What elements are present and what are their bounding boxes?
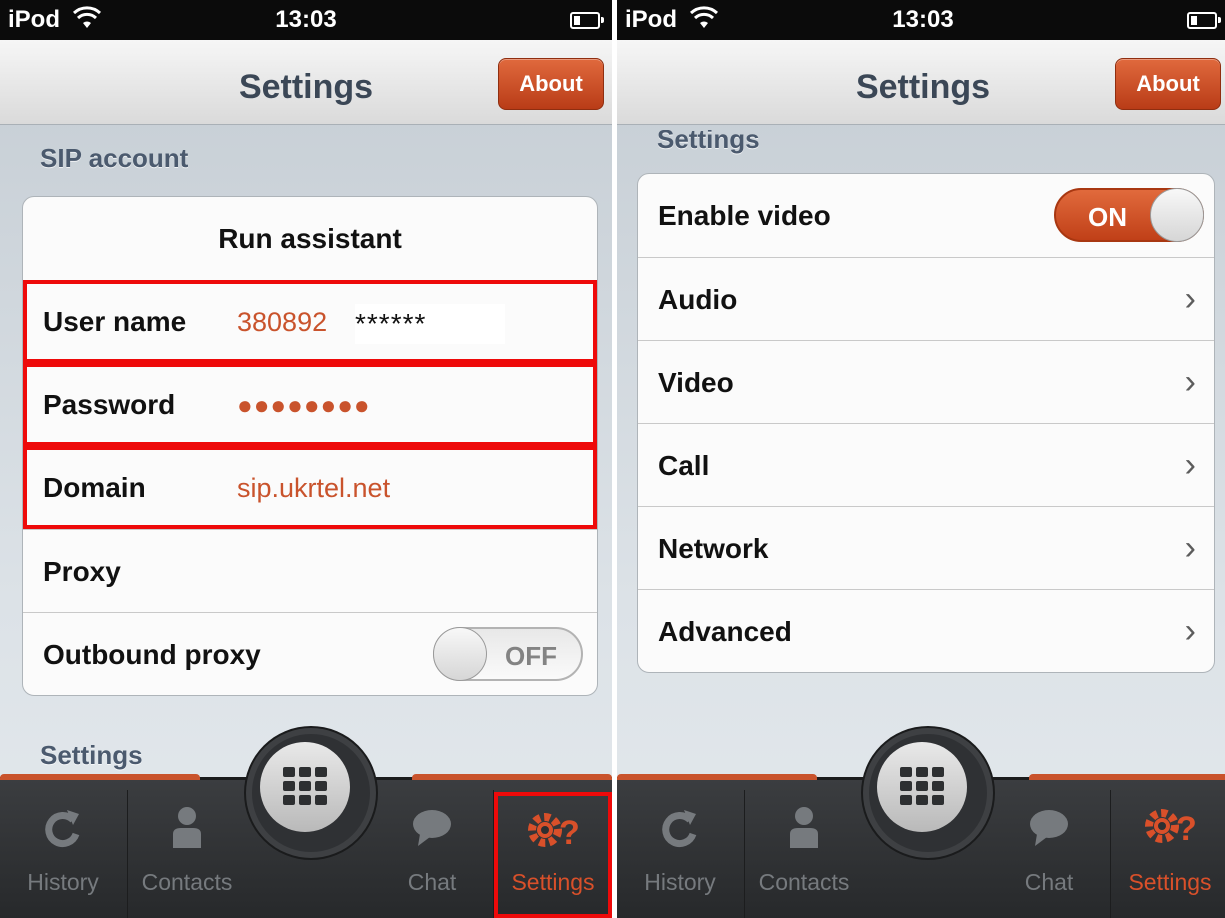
tab-settings[interactable]: ? Settings: [1111, 780, 1225, 918]
settings-icon: ?: [1111, 804, 1225, 854]
history-icon: [0, 806, 126, 856]
tab-history[interactable]: History: [617, 780, 743, 918]
enable-video-toggle[interactable]: ON: [1054, 188, 1204, 242]
tab-chat[interactable]: Chat: [989, 780, 1109, 918]
dialpad-icon: [260, 742, 350, 832]
svg-text:?: ?: [559, 814, 580, 852]
video-row[interactable]: Video ›: [638, 340, 1214, 423]
user-name-mask: ******: [355, 304, 505, 344]
dialpad-button[interactable]: [246, 728, 376, 858]
status-time: 13:03: [892, 6, 954, 33]
left-screen: iPod 13:03 Settings About SIP account Ru…: [0, 0, 612, 918]
advanced-row[interactable]: Advanced ›: [638, 589, 1214, 672]
user-name-value[interactable]: 380892: [237, 307, 327, 338]
run-assistant-label: Run assistant: [218, 223, 402, 254]
user-name-label: User name: [43, 306, 187, 337]
svg-text:?: ?: [1176, 810, 1197, 848]
status-time: 13:03: [275, 6, 337, 33]
domain-row[interactable]: Domain sip.ukrtel.net: [23, 446, 597, 529]
toggle-state-label: OFF: [505, 641, 557, 671]
run-assistant-row[interactable]: Run assistant: [23, 197, 597, 280]
tab-settings-label: Settings: [1128, 869, 1212, 895]
chat-icon: [372, 806, 492, 856]
toggle-state-label: ON: [1088, 202, 1127, 232]
section-title-sip-account: SIP account: [40, 143, 189, 173]
contacts-icon: [128, 806, 246, 856]
enable-video-label: Enable video: [658, 200, 831, 231]
audio-label: Audio: [658, 284, 738, 315]
tab-contacts-label: Contacts: [141, 869, 233, 895]
sip-account-group: Run assistant User name 380892 ****** Pa…: [22, 196, 598, 696]
password-value[interactable]: ●●●●●●●●: [237, 390, 371, 421]
about-button[interactable]: About: [1115, 58, 1221, 110]
settings-group: Enable video ON Audio › Video › Call › N…: [637, 173, 1215, 673]
navigation-bar: Settings About: [0, 40, 612, 125]
tab-history-label: History: [644, 869, 716, 895]
tab-contacts[interactable]: Contacts: [128, 780, 246, 918]
network-label: Network: [658, 533, 769, 564]
toggle-knob: [433, 627, 487, 681]
section-title-settings: Settings: [40, 740, 143, 770]
battery-icon: [570, 12, 604, 29]
audio-row[interactable]: Audio ›: [638, 257, 1214, 340]
tab-settings[interactable]: ? Settings: [494, 792, 612, 918]
enable-video-row: Enable video ON: [638, 174, 1214, 257]
tab-chat[interactable]: Chat: [372, 780, 492, 918]
advanced-label: Advanced: [658, 616, 792, 647]
network-row[interactable]: Network ›: [638, 506, 1214, 589]
navigation-bar: Settings About: [617, 40, 1225, 125]
password-row[interactable]: Password ●●●●●●●●: [23, 363, 597, 446]
chevron-right-icon: ›: [1184, 363, 1196, 401]
chevron-right-icon: ›: [1184, 280, 1196, 318]
outbound-proxy-toggle[interactable]: OFF: [433, 627, 583, 681]
call-row[interactable]: Call ›: [638, 423, 1214, 506]
call-label: Call: [658, 450, 710, 481]
right-screen: iPod 13:03 Settings About Settings Enabl…: [617, 0, 1225, 918]
contacts-icon: [745, 806, 863, 856]
domain-value[interactable]: sip.ukrtel.net: [237, 473, 390, 504]
outbound-proxy-row: Outbound proxy OFF: [23, 612, 597, 695]
status-bar: iPod 13:03: [617, 0, 1225, 40]
toggle-knob: [1150, 188, 1204, 242]
proxy-label: Proxy: [43, 556, 121, 587]
tab-chat-label: Chat: [1024, 869, 1074, 895]
tab-contacts-label: Contacts: [758, 869, 850, 895]
settings-icon: ?: [498, 808, 608, 858]
battery-icon: [1187, 12, 1221, 29]
video-label: Video: [658, 367, 734, 398]
chevron-right-icon: ›: [1184, 529, 1196, 567]
dialpad-icon: [877, 742, 967, 832]
tab-history[interactable]: History: [0, 780, 126, 918]
outbound-proxy-label: Outbound proxy: [43, 639, 261, 670]
dialpad-button[interactable]: [863, 728, 993, 858]
tab-chat-label: Chat: [407, 869, 457, 895]
chevron-right-icon: ›: [1184, 612, 1196, 650]
tab-bar: History Contacts Chat ? Settings: [617, 728, 1225, 918]
tab-contacts[interactable]: Contacts: [745, 780, 863, 918]
user-name-row[interactable]: User name 380892 ******: [23, 280, 597, 363]
chat-icon: [989, 806, 1109, 856]
tab-history-label: History: [27, 869, 99, 895]
section-title-settings: Settings: [657, 124, 760, 154]
password-label: Password: [43, 389, 176, 420]
about-button[interactable]: About: [498, 58, 604, 110]
history-icon: [617, 806, 743, 856]
proxy-row[interactable]: Proxy: [23, 529, 597, 612]
status-bar: iPod 13:03: [0, 0, 612, 40]
tab-bar: History Contacts Chat ? Settings: [0, 728, 612, 918]
tab-settings-label: Settings: [511, 869, 595, 895]
chevron-right-icon: ›: [1184, 446, 1196, 484]
domain-label: Domain: [43, 472, 146, 503]
